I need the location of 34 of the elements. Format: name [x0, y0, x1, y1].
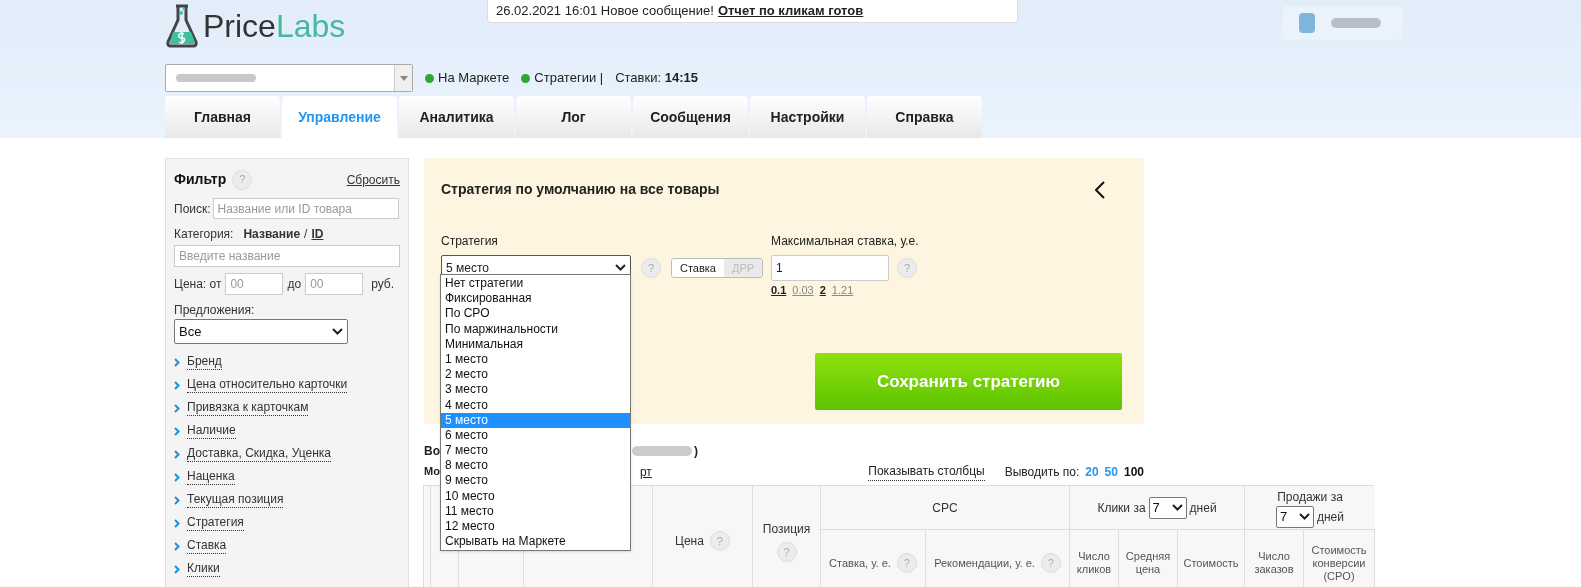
column-header: Продажи за — [1277, 488, 1343, 506]
strategy-label: Стратегия — [441, 233, 499, 250]
column-header: Стоимость — [1183, 556, 1239, 570]
products-subheading: Мо — [424, 464, 440, 480]
separator-text: / — [304, 226, 308, 243]
offers-label: Предложения: — [174, 302, 256, 319]
price-to-label: до — [287, 276, 302, 293]
column-header: Клики за — [1097, 499, 1146, 517]
column-header: Число заказов — [1253, 550, 1295, 576]
notification-text: 26.02.2021 16:01 Новое сообщение! — [496, 2, 714, 21]
column-header: Цена — [675, 533, 704, 550]
column-header: Позиция — [762, 521, 811, 538]
status-label: На Маркете — [438, 69, 510, 88]
column-header: Число кликов — [1075, 550, 1113, 576]
days-label: дней — [1189, 499, 1217, 517]
column-header: Ставка, у. е. — [829, 556, 891, 570]
products-heading: Во — [424, 443, 440, 460]
filter-title: Фильтр — [174, 170, 227, 189]
column-header: Средняя цена — [1124, 550, 1172, 576]
column-header: Рекомендации, у. е. — [934, 556, 1035, 570]
status-label: Стратегии | — [534, 69, 604, 88]
price-unit: руб. — [371, 276, 394, 293]
search-label: Поиск: — [174, 200, 211, 218]
column-header: Стоимость конверсии (CPO) — [1310, 543, 1368, 583]
products-heading-end: ) — [694, 443, 698, 460]
rates-time: Ставки: 14:15 — [615, 69, 698, 88]
column-header: CPC — [932, 499, 958, 517]
logo-text: PriceLabs — [203, 10, 346, 42]
panel-title: Стратегия по умолчанию на все товары — [441, 180, 720, 199]
max-bid-label: Максимальная ставка, у.е. — [771, 233, 919, 250]
days-label: дней — [1317, 508, 1344, 526]
category-label: Категория: — [174, 226, 234, 243]
per-page-label: Выводить по: — [1004, 463, 1080, 481]
price-from-label: Цена: от — [174, 276, 222, 293]
